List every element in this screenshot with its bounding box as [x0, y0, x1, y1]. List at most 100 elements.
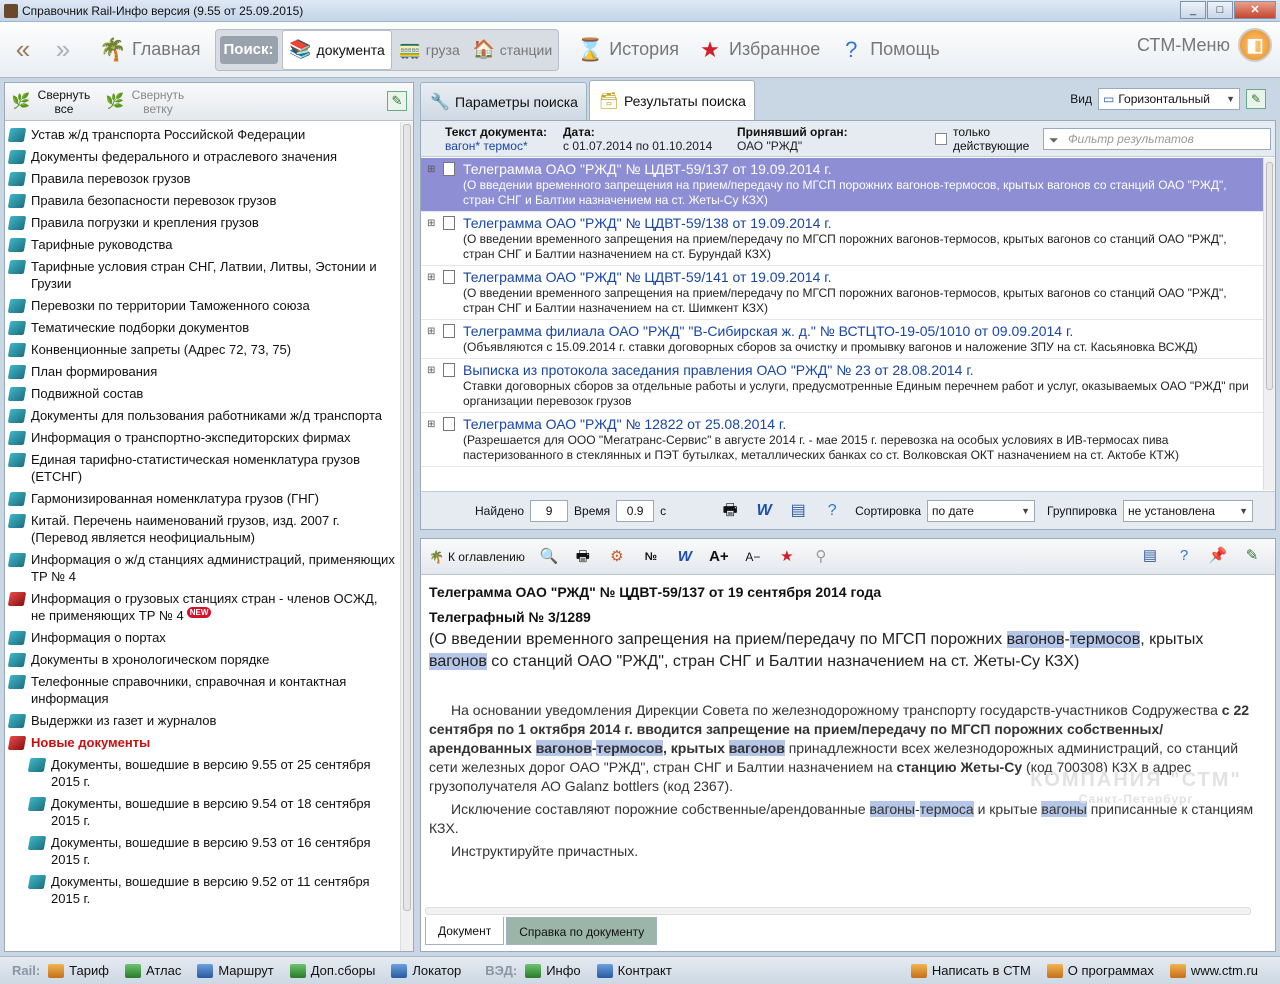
- locator-link[interactable]: Локатор: [391, 963, 461, 978]
- result-item[interactable]: ⊞ Телеграмма филиала ОАО "РЖД" "В-Сибирс…: [421, 320, 1263, 359]
- history-button[interactable]: ⌛ История: [567, 28, 687, 72]
- expand-icon[interactable]: ⊞: [427, 218, 435, 229]
- expand-icon[interactable]: ⊞: [427, 419, 435, 430]
- tree-item-label: Документы в хронологическом порядке: [31, 652, 270, 667]
- info-link[interactable]: Инфо: [525, 963, 581, 978]
- tree-item[interactable]: План формирования: [7, 361, 395, 383]
- about-link[interactable]: О программах: [1046, 963, 1154, 978]
- close-button[interactable]: ✕: [1234, 1, 1276, 19]
- tree-item[interactable]: Подвижной состав: [7, 383, 395, 405]
- atlas-link[interactable]: Атлас: [124, 963, 181, 978]
- window-layout-icon[interactable]: ▤: [1138, 545, 1162, 567]
- forward-arrow-icon[interactable]: »: [46, 33, 80, 67]
- minimize-button[interactable]: _: [1180, 1, 1206, 19]
- tree-item[interactable]: Единая тарифно-статистическая номенклату…: [7, 449, 395, 488]
- pin-icon[interactable]: 📌: [1206, 545, 1230, 567]
- results-scrollbar[interactable]: [1263, 158, 1275, 490]
- tree-item[interactable]: Документы, вошедшие в версию 9.52 от 11 …: [9, 871, 395, 910]
- home-button[interactable]: 🌴 Главная: [90, 28, 209, 72]
- collapse-all-button[interactable]: 🌿 Свернуть все: [5, 88, 99, 116]
- tab-document[interactable]: Документ: [425, 917, 505, 945]
- find-icon[interactable]: 🔍: [537, 546, 561, 568]
- font-decrease-icon[interactable]: A−: [741, 546, 765, 568]
- website-link[interactable]: www.ctm.ru: [1169, 963, 1258, 978]
- printer-icon[interactable]: 🖶: [718, 500, 742, 522]
- tab-document-reference[interactable]: Справка по документу: [506, 917, 658, 945]
- tree-item[interactable]: Перевозки по территории Таможенного союз…: [7, 295, 395, 317]
- tree-item-label: Правила погрузки и крепления грузов: [31, 215, 259, 230]
- tree-item[interactable]: Устав ж/д транспорта Российской Федераци…: [7, 124, 395, 146]
- collapse-branch-button[interactable]: 🌿 Свернуть ветку: [99, 88, 193, 116]
- help-button[interactable]: ? Помощь: [828, 28, 948, 72]
- tree-item[interactable]: Китай. Перечень наименований грузов, изд…: [7, 510, 395, 549]
- route-link[interactable]: Маршрут: [197, 963, 274, 978]
- edit-icon[interactable]: ✎: [387, 91, 407, 111]
- expand-icon[interactable]: ⊞: [427, 164, 435, 175]
- tree-item[interactable]: Правила перевозок грузов: [7, 168, 395, 190]
- settings-icon[interactable]: ⚙: [605, 546, 629, 568]
- tree-item[interactable]: Документы, вошедшие в версию 9.55 от 25 …: [9, 754, 395, 793]
- expand-icon[interactable]: ⊞: [427, 272, 435, 283]
- tree-item[interactable]: Информация о грузовых станциях стран - ч…: [7, 588, 395, 627]
- tree-scrollbar[interactable]: [400, 122, 413, 951]
- tree-item[interactable]: Информация о транспортно-экспедиторских …: [7, 427, 395, 449]
- printer-icon[interactable]: 🖶: [571, 546, 595, 568]
- tree-item[interactable]: Тарифные условия стран СНГ, Латвии, Литв…: [7, 256, 395, 295]
- tree-item[interactable]: Телефонные справочники, справочная и кон…: [7, 671, 395, 710]
- tree-item[interactable]: Информация о ж/д станциях администраций,…: [7, 549, 395, 588]
- expand-icon[interactable]: ⊞: [427, 326, 435, 337]
- result-item[interactable]: ⊞ Телеграмма ОАО "РЖД" № ЦДВТ-59/138 от …: [421, 212, 1263, 266]
- document-hscrollbar[interactable]: [425, 907, 1251, 915]
- result-item[interactable]: ⊞ Телеграмма ОАО "РЖД" № 12822 от 25.08.…: [421, 413, 1263, 467]
- result-item[interactable]: ⊞ Телеграмма ОАО "РЖД" № ЦДВТ-59/141 от …: [421, 266, 1263, 320]
- search-document-button[interactable]: 📚 документа: [281, 29, 392, 70]
- result-item[interactable]: ⊞ Выписка из протокола заседания правлен…: [421, 359, 1263, 413]
- active-only-checkbox[interactable]: [935, 133, 947, 145]
- help-icon[interactable]: ?: [820, 500, 844, 522]
- search-station-button[interactable]: 🏠 станции: [466, 30, 558, 70]
- tree-item[interactable]: Документы федерального и отраслевого зна…: [7, 146, 395, 168]
- result-item[interactable]: ⊞ Телеграмма ОАО "РЖД" № ЦДВТ-59/137 от …: [421, 158, 1263, 212]
- window-layout-icon[interactable]: ▤: [786, 500, 810, 522]
- edit-icon[interactable]: ✎: [1240, 545, 1264, 567]
- favorites-button[interactable]: ★ Избранное: [687, 28, 828, 72]
- back-arrow-icon[interactable]: «: [6, 33, 40, 67]
- tree-item-new-documents[interactable]: Новые документы: [7, 732, 395, 754]
- word-export-icon[interactable]: W: [673, 546, 697, 568]
- tree-item[interactable]: Тарифные руководства: [7, 234, 395, 256]
- tab-search-results[interactable]: 🗃 Результаты поиска: [588, 80, 755, 120]
- number-icon[interactable]: №: [639, 546, 663, 568]
- bookmark-pin-icon[interactable]: ⚲: [809, 546, 833, 568]
- search-highlight: термосов: [1069, 631, 1141, 648]
- write-ctm-link[interactable]: Написать в СТМ: [910, 963, 1031, 978]
- tree-item[interactable]: Информация о портах: [7, 627, 395, 649]
- edit-view-icon[interactable]: ✎: [1246, 89, 1266, 109]
- tree-item[interactable]: Конвенционные запреты (Адрес 72, 73, 75): [7, 339, 395, 361]
- tree-item[interactable]: Гармонизированная номенклатура грузов (Г…: [7, 488, 395, 510]
- star-icon[interactable]: ★: [775, 546, 799, 568]
- tree-item[interactable]: Правила погрузки и крепления грузов: [7, 212, 395, 234]
- extra-fees-link[interactable]: Доп.сборы: [289, 963, 375, 978]
- sort-select[interactable]: по дате ▼: [927, 499, 1035, 522]
- contract-link[interactable]: Контракт: [596, 963, 672, 978]
- tree-item[interactable]: Тематические подборки документов: [7, 317, 395, 339]
- maximize-button[interactable]: □: [1207, 1, 1233, 19]
- tariff-link[interactable]: Тариф: [48, 963, 109, 978]
- font-increase-icon[interactable]: A+: [707, 546, 731, 568]
- toc-button[interactable]: 🌴 К оглавлению: [429, 550, 525, 564]
- tree-item[interactable]: Документы, вошедшие в версию 9.53 от 16 …: [9, 832, 395, 871]
- group-select[interactable]: не установлена ▼: [1122, 499, 1253, 522]
- tree-item[interactable]: Правила безопасности перевозок грузов: [7, 190, 395, 212]
- tab-search-params[interactable]: 🔧 Параметры поиска: [420, 82, 587, 120]
- word-export-icon[interactable]: W: [752, 500, 776, 522]
- tree-item[interactable]: Выдержки из газет и журналов: [7, 710, 395, 732]
- ctm-menu-button[interactable]: СТМ-Меню ◧: [1137, 28, 1272, 62]
- tree-item[interactable]: Документы, вошедшие в версию 9.54 от 18 …: [9, 793, 395, 832]
- tree-item[interactable]: Документы в хронологическом порядке: [7, 649, 395, 671]
- help-icon[interactable]: ?: [1172, 545, 1196, 567]
- expand-icon[interactable]: ⊞: [427, 365, 435, 376]
- view-select[interactable]: ▭ Горизонтальный ▼: [1098, 88, 1240, 110]
- filter-input[interactable]: ⏷ Фильтр результатов: [1043, 128, 1271, 150]
- tree-item[interactable]: Документы для пользования работниками ж/…: [7, 405, 395, 427]
- search-cargo-button[interactable]: 🚃 груза: [392, 30, 466, 70]
